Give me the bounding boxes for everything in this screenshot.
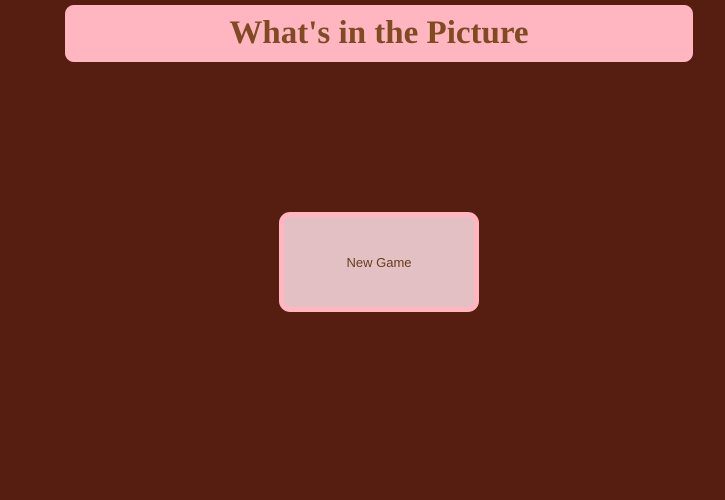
game-title: What's in the Picture <box>229 15 529 51</box>
new-game-button-label: New Game <box>346 254 412 270</box>
title-banner: What's in the Picture <box>65 5 693 62</box>
new-game-button[interactable]: New Game <box>279 212 479 312</box>
game-screen: What's in the Picture New Game <box>0 0 725 500</box>
